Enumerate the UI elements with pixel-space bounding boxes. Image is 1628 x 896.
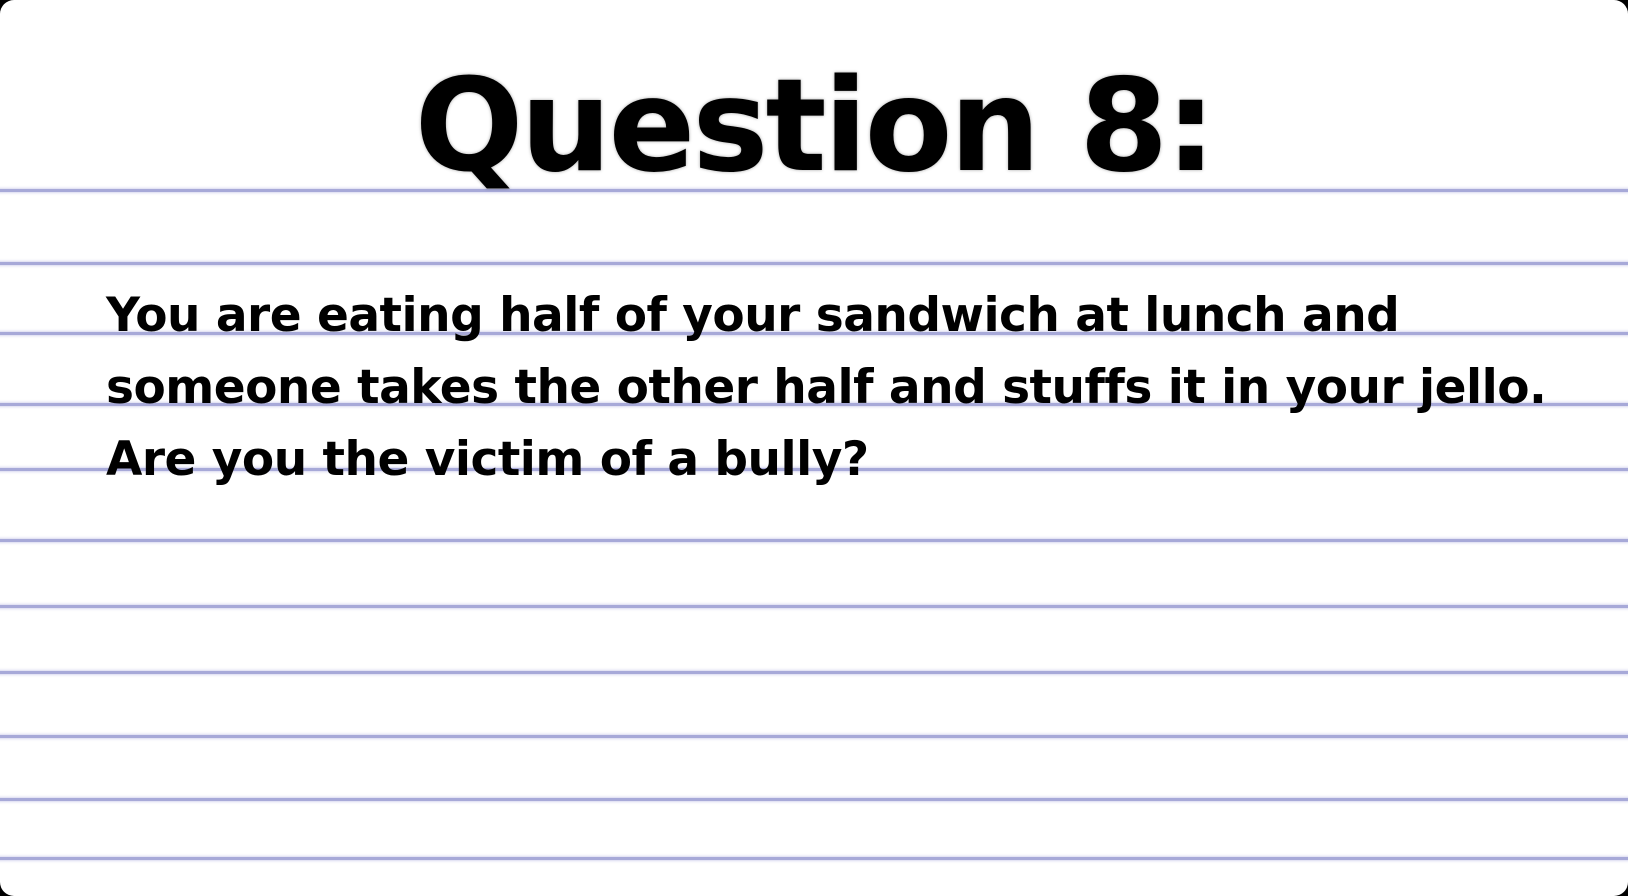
ruled-line (0, 798, 1628, 801)
ruled-line (0, 605, 1628, 608)
ruled-line (0, 262, 1628, 265)
question-text: You are eating half of your sandwich at … (106, 288, 1547, 487)
ruled-line (0, 857, 1628, 860)
ruled-line (0, 735, 1628, 738)
ruled-line (0, 539, 1628, 542)
slide-title: Question 8: (414, 52, 1217, 201)
ruled-line (0, 671, 1628, 674)
notebook-paper-slide: Question 8: You are eating half of your … (0, 0, 1628, 896)
